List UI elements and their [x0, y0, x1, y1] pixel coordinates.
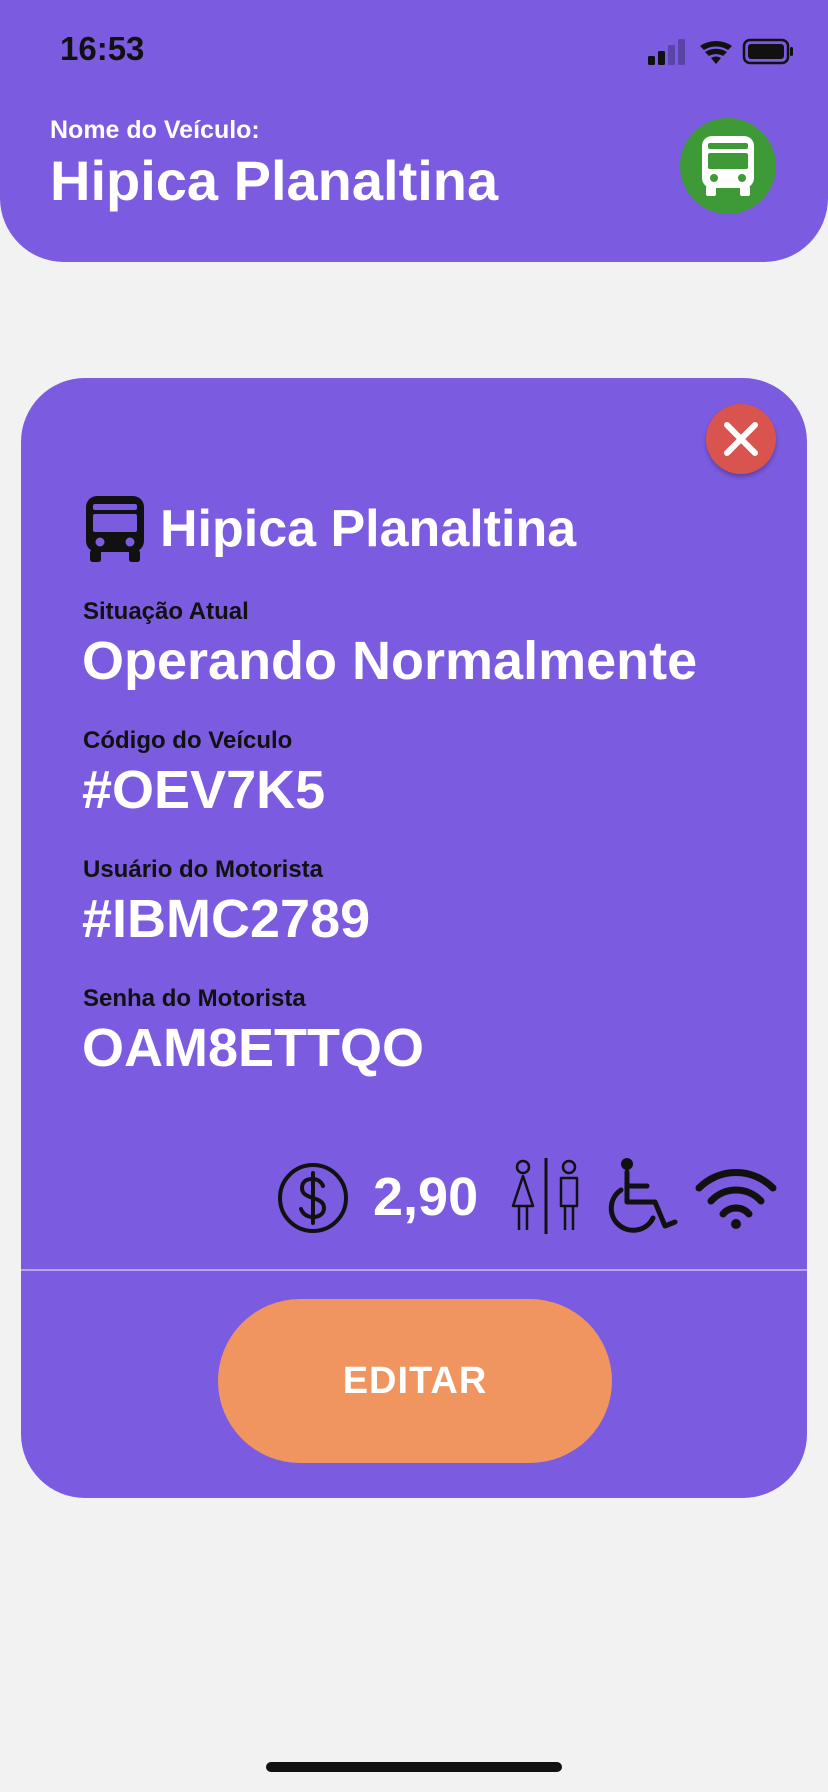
close-icon — [724, 422, 758, 456]
edit-button-label: EDITAR — [342, 1359, 488, 1402]
vehicle-code-value: #OEV7K5 — [82, 760, 326, 820]
battery-icon — [742, 38, 793, 65]
driver-password-label: Senha do Motorista — [83, 985, 306, 1012]
amenities-row: 2,90 — [277, 1156, 777, 1236]
status-value: Operando Normalmente — [82, 631, 698, 691]
driver-user-label: Usuário do Motorista — [83, 856, 324, 883]
header-label: Nome do Veículo: — [50, 116, 260, 144]
driver-password-value: OAM8ETTQO — [82, 1018, 425, 1078]
restroom-icon — [511, 1158, 579, 1234]
wifi-icon — [695, 1169, 777, 1229]
home-indicator[interactable] — [266, 1762, 562, 1772]
wifi-status-icon — [700, 40, 732, 64]
price-value: 2,90 — [373, 1167, 479, 1227]
signal-icon — [648, 39, 685, 65]
status-label: Situação Atual — [83, 598, 249, 625]
divider — [21, 1269, 807, 1271]
close-button[interactable] — [706, 404, 776, 474]
status-time: 16:53 — [60, 30, 145, 67]
driver-user-value: #IBMC2789 — [82, 889, 371, 949]
wheelchair-icon — [608, 1158, 678, 1233]
header-title: Hipica Planaltina — [50, 149, 499, 212]
vehicle-card: Hipica Planaltina Situação Atual Operand… — [21, 378, 807, 1498]
bus-avatar[interactable] — [680, 118, 776, 214]
dollar-icon — [278, 1163, 348, 1233]
bus-icon — [702, 136, 754, 196]
card-title: Hipica Planaltina — [160, 500, 577, 558]
vehicle-code-label: Código do Veículo — [83, 727, 293, 754]
status-icons — [648, 38, 793, 65]
bus-icon — [86, 496, 144, 562]
edit-button[interactable]: EDITAR — [218, 1299, 612, 1463]
vehicle-screen: 16:53 Nome do Veículo: Hipica Planaltina — [0, 0, 828, 1792]
card-title-row: Hipica Planaltina — [84, 494, 576, 564]
header: 16:53 Nome do Veículo: Hipica Planaltina — [0, 0, 828, 262]
